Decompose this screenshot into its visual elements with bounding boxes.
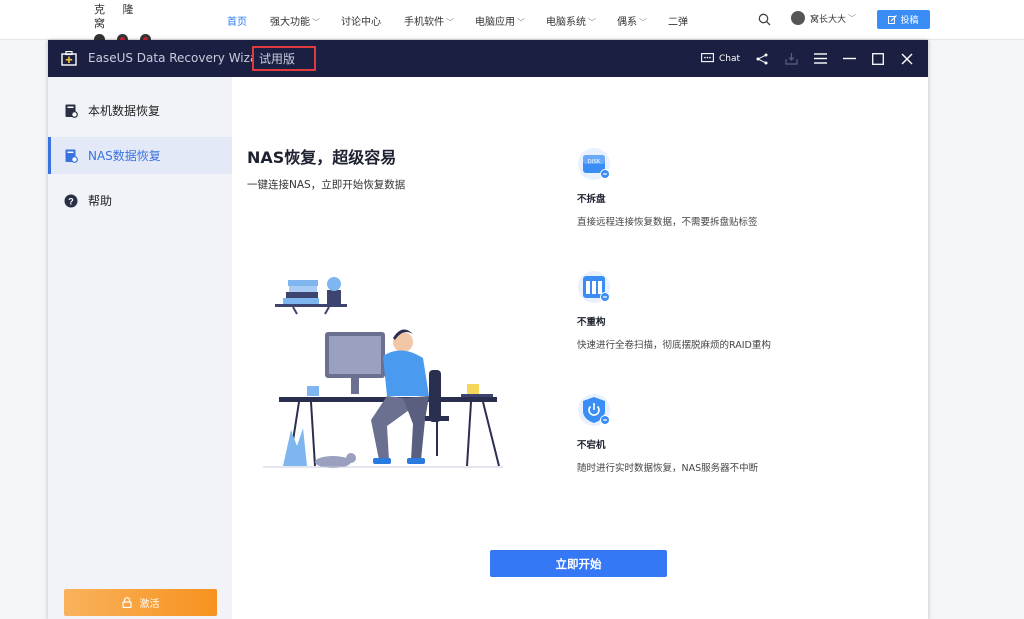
raid-icon	[578, 271, 610, 303]
site-nav-menu: 首页 强大功能 ﹀ 讨论中心 手机软件 ﹀ 电脑应用 ﹀ 电脑系统 ﹀ 偶系 ﹀ 二弹	[227, 0, 711, 40]
chevron-down-icon: ﹀	[848, 13, 857, 23]
nav-item-mobile[interactable]: 手机软件 ﹀	[404, 13, 454, 28]
page-subtitle: 一键连接NAS，立即开始恢复数据	[247, 179, 406, 191]
nav-item-apps[interactable]: 电脑应用 ﹀	[475, 13, 525, 28]
site-header: 克 隆 窝 首页 强大功能 ﹀ 讨论中心 手机软件 ﹀ 电脑应用 ﹀ 电脑系统 ﹀ 偶系…	[0, 0, 1024, 45]
activate-button[interactable]: 激活	[64, 589, 217, 616]
feature-no-downtime: 不宕机 随时进行实时数据恢复，NAS服务器不中断	[577, 393, 807, 474]
site-logo-text: 克 隆 窝	[94, 3, 141, 30]
chevron-down-icon: ﹀	[312, 17, 320, 27]
maximize-icon[interactable]	[870, 51, 886, 67]
chevron-down-icon: ﹀	[517, 17, 525, 27]
feature-title: 不重构	[577, 317, 606, 328]
feature-title: 不宕机	[577, 440, 606, 451]
app-title: EaseUS Data Recovery Wizard	[88, 51, 270, 65]
chevron-down-icon: ﹀	[588, 17, 596, 27]
user-name: 窝长大大	[810, 14, 847, 25]
minimize-icon[interactable]	[841, 51, 857, 67]
feature-description: 直接远程连接恢复数据，不需要拆盘贴标签	[577, 217, 758, 228]
chevron-down-icon: ﹀	[639, 17, 647, 27]
chevron-down-icon: ﹀	[446, 17, 454, 27]
window-controls: Chat	[701, 40, 928, 77]
menu-icon[interactable]	[812, 51, 828, 67]
nav-item-home[interactable]: 首页	[227, 13, 249, 28]
nav-item-misc[interactable]: 偶系 ﹀	[617, 13, 647, 28]
drive-recovery-icon	[64, 104, 78, 118]
help-icon: ?	[64, 194, 78, 208]
close-icon[interactable]	[899, 51, 915, 67]
sidebar-item-local-recovery[interactable]: 本机数据恢复	[48, 92, 232, 129]
svg-text:DISK: DISK	[588, 159, 601, 165]
page-title: NAS恢复，超级容易	[247, 148, 397, 167]
search-icon[interactable]	[758, 13, 771, 26]
app-window: EaseUS Data Recovery Wizard 试用版 Chat 本机数…	[48, 40, 928, 619]
user-menu[interactable]: 窝长大大 ﹀	[791, 11, 856, 25]
sidebar-item-nas-recovery[interactable]: NAS数据恢复	[48, 137, 232, 174]
avatar	[791, 11, 805, 25]
sidebar: 本机数据恢复 NAS数据恢复 ? 帮助 激活	[48, 77, 232, 619]
site-logo[interactable]: 克 隆 窝	[90, 3, 156, 45]
edit-icon	[888, 15, 898, 24]
nav-item-systems[interactable]: 电脑系统 ﹀	[546, 13, 596, 28]
export-icon[interactable]	[783, 51, 799, 67]
feature-description: 随时进行实时数据恢复，NAS服务器不中断	[577, 463, 759, 474]
nas-recovery-icon	[64, 149, 78, 163]
post-button[interactable]: 投稿	[877, 10, 930, 29]
feature-no-rebuild: 不重构 快速进行全卷扫描，彻底摆脱麻烦的RAID重构	[577, 270, 807, 351]
nav-item-features[interactable]: 强大功能 ﹀	[270, 13, 320, 28]
share-icon[interactable]	[754, 51, 770, 67]
nav-item-second[interactable]: 二弹	[668, 13, 690, 28]
disk-icon: DISK	[578, 148, 610, 180]
feature-no-disassembly: DISK 不拆盘 直接远程连接恢复数据，不需要拆盘贴标签	[577, 147, 807, 228]
feature-title: 不拆盘	[577, 194, 606, 205]
svg-text:?: ?	[68, 196, 74, 206]
nav-item-forum[interactable]: 讨论中心	[341, 13, 383, 28]
start-button[interactable]: 立即开始	[490, 550, 667, 577]
illustration-person-at-desk	[263, 277, 503, 468]
feature-description: 快速进行全卷扫描，彻底摆脱麻烦的RAID重构	[577, 340, 771, 351]
chat-button[interactable]: Chat	[701, 53, 740, 64]
power-icon	[578, 394, 610, 426]
title-bar: EaseUS Data Recovery Wizard 试用版 Chat	[48, 40, 928, 77]
trial-badge: 试用版	[252, 46, 316, 71]
sidebar-item-help[interactable]: ? 帮助	[48, 182, 232, 219]
lock-icon	[121, 597, 132, 608]
chat-icon	[701, 53, 714, 63]
app-logo-icon	[61, 51, 77, 66]
